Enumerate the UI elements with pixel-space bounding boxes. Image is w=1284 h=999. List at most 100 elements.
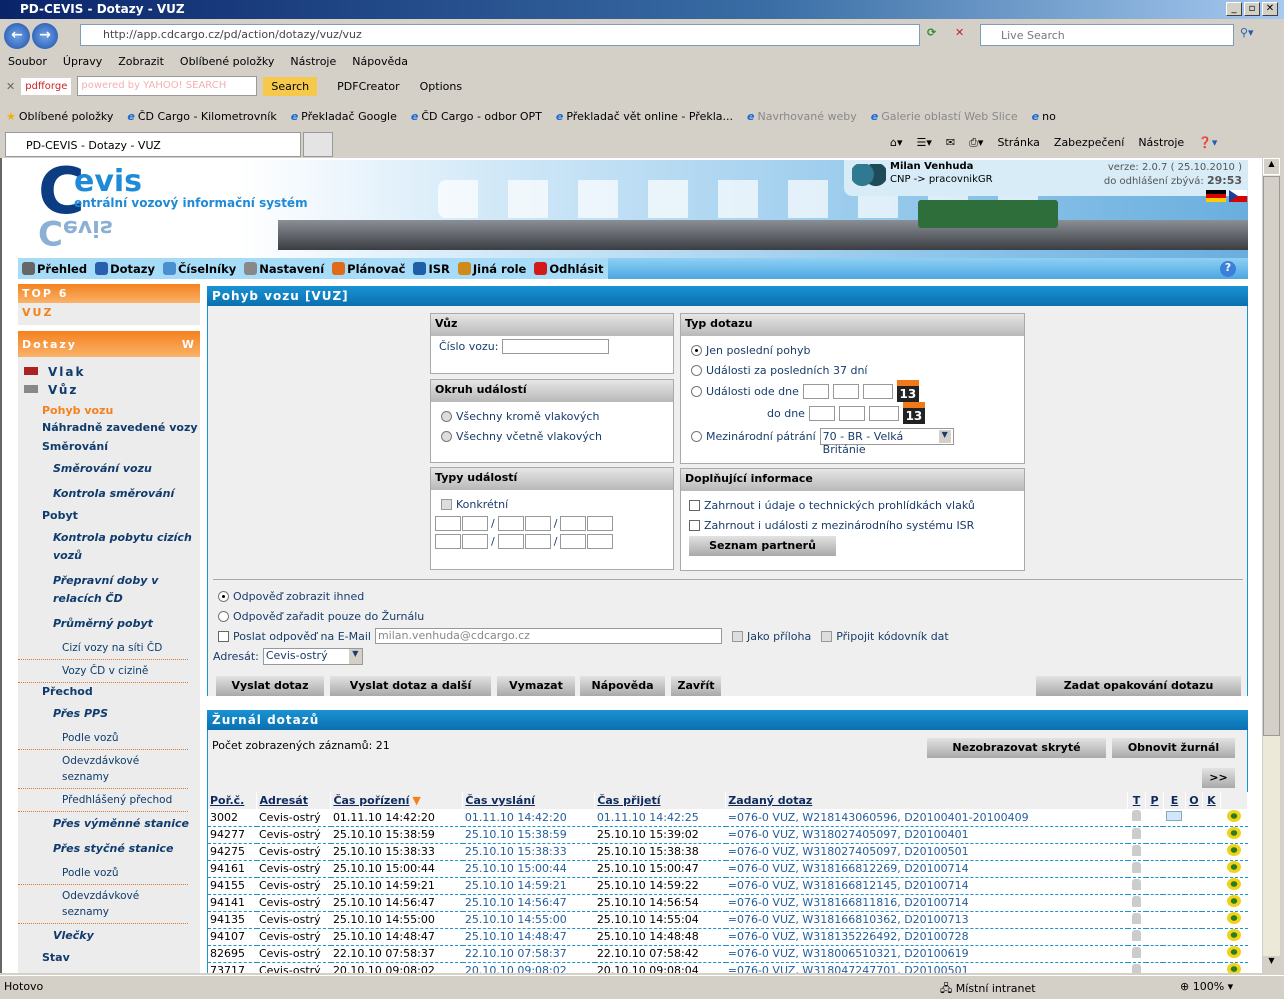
do-month-input[interactable] (838, 405, 865, 421)
menu-5[interactable]: Nápověda (352, 55, 408, 73)
od-month-input[interactable] (832, 383, 859, 399)
sidebar-item[interactable]: Přes PPS (18, 702, 200, 727)
lock-icon[interactable] (1132, 827, 1141, 839)
scroll-down-button[interactable]: ▼ (1263, 956, 1280, 973)
print-icon[interactable]: ⎙▾ (969, 136, 983, 150)
event-type-input[interactable] (435, 533, 461, 549)
column-header[interactable]: O (1185, 792, 1203, 809)
column-header[interactable]: T (1127, 792, 1146, 809)
isr-checkbox[interactable] (689, 519, 700, 531)
help-icon[interactable]: ? (1220, 260, 1236, 277)
column-header[interactable]: Zadaný dotaz (725, 792, 1129, 809)
column-header[interactable]: P (1145, 792, 1164, 809)
table-row[interactable]: 82695 Cevis-ostrý 22.10.10 07:58:37 22.10.1… (208, 945, 1248, 963)
nav-2[interactable]: Číselníky (159, 258, 240, 279)
typ-radio-od[interactable] (691, 385, 702, 397)
nav-6[interactable]: Jiná role (454, 258, 531, 279)
sidebar-item[interactable]: Vlak (18, 363, 200, 381)
sidebar-item[interactable]: Pohyb vozu (18, 399, 200, 419)
odpoved-zurnal-radio[interactable] (218, 610, 229, 622)
german-flag-icon[interactable] (1206, 190, 1226, 202)
nav-4[interactable]: Plánovač (328, 258, 409, 279)
sidebar-item[interactable]: Pobyt (18, 507, 200, 526)
opakovani-button[interactable]: Zadat opakování dotazu (1036, 676, 1241, 696)
new-tab-button[interactable] (303, 132, 333, 157)
view-icon[interactable] (1226, 912, 1241, 924)
view-icon[interactable] (1226, 844, 1241, 856)
favorites-button[interactable]: ★ Oblíbené položky (6, 110, 113, 123)
column-header[interactable]: E (1163, 792, 1186, 809)
calendar-icon[interactable]: 13 (896, 380, 919, 402)
view-icon[interactable] (1226, 963, 1241, 973)
country-select[interactable]: 70 - BR - Velká Británie ▼ (819, 427, 954, 456)
view-icon[interactable] (1226, 946, 1241, 958)
event-type-input[interactable] (560, 515, 587, 531)
nav-1[interactable]: Dotazy (91, 258, 159, 279)
lock-icon[interactable] (1132, 810, 1141, 822)
zavrit-button[interactable]: Zavřít (671, 676, 721, 696)
menu-2[interactable]: Zobrazit (118, 55, 164, 73)
feeds-icon[interactable]: ☰▾ (917, 136, 932, 150)
table-row[interactable]: 94155 Cevis-ostrý 25.10.10 14:59:21 25.10.1… (208, 877, 1248, 895)
options-button[interactable]: Options (406, 80, 462, 93)
event-type-input[interactable] (587, 515, 614, 531)
event-type-input[interactable] (524, 533, 551, 549)
od-day-input[interactable] (802, 383, 829, 399)
okruh-radio-2[interactable] (441, 430, 452, 442)
close-toolbar-icon[interactable]: ✕ (6, 80, 15, 93)
table-row[interactable]: 94277 Cevis-ostrý 25.10.10 15:38:59 25.10.1… (208, 826, 1248, 844)
table-row[interactable]: 94141 Cevis-ostrý 25.10.10 14:56:47 25.10.1… (208, 894, 1248, 912)
maximize-button[interactable]: ▫ (1244, 2, 1260, 16)
sidebar-item[interactable]: Odevzdávkové seznamy (18, 885, 188, 924)
refresh-icon[interactable]: ⟳ (927, 26, 936, 39)
email-checkbox[interactable] (218, 630, 229, 642)
lock-icon[interactable] (1132, 929, 1141, 941)
table-row[interactable]: 94275 Cevis-ostrý 25.10.10 15:38:33 25.10.1… (208, 843, 1248, 861)
do-year-input[interactable] (868, 405, 899, 421)
sidebar-item[interactable]: Kontrola směrování (18, 482, 200, 507)
favorite-link[interactable]: e Překladač vět online - Překla... (556, 110, 733, 123)
close-button[interactable]: ✕ (1262, 2, 1278, 16)
menu-0[interactable]: Soubor (8, 55, 47, 73)
refresh-journal-button[interactable]: Obnovit žurnál (1112, 738, 1235, 758)
dotazy-badge[interactable]: W (182, 338, 196, 351)
menu-1[interactable]: Úpravy (63, 55, 102, 73)
favorite-link[interactable]: e Překladač Google (291, 110, 397, 123)
sidebar-item[interactable]: Přes styčné stanice (18, 837, 200, 862)
view-icon[interactable] (1226, 929, 1241, 941)
sidebar-item[interactable]: Přepravní doby v relacích ČD (18, 569, 200, 612)
vyslat-dotaz-button[interactable]: Vyslat dotaz (216, 676, 324, 696)
do-day-input[interactable] (808, 405, 835, 421)
favorite-link[interactable]: e ČD Cargo - odbor OPT (411, 110, 542, 123)
lock-icon[interactable] (1132, 895, 1141, 907)
typ-radio-last[interactable] (691, 344, 702, 356)
pdfcreator-button[interactable]: PDFCreator (323, 80, 399, 93)
favorite-link[interactable]: e Navrhované weby (747, 110, 857, 123)
view-icon[interactable] (1226, 878, 1241, 890)
column-header[interactable]: K (1202, 792, 1221, 809)
napoveda-button[interactable]: Nápověda (580, 676, 665, 696)
scroll-up-button[interactable]: ▲ (1263, 158, 1280, 175)
live-search-input[interactable]: Live Search (980, 24, 1234, 46)
top6-item-vuz[interactable]: VUZ (18, 303, 200, 325)
address-bar[interactable]: http://app.cdcargo.cz/pd/action/dotazy/v… (80, 24, 920, 46)
nav-3[interactable]: Nastavení (240, 258, 328, 279)
sidebar-item[interactable]: Cizí vozy na síti ČD (18, 637, 188, 660)
email-icon[interactable] (1166, 810, 1183, 821)
search-icon[interactable]: ⚲▾ (1240, 26, 1254, 39)
scroll-thumb[interactable] (1263, 176, 1280, 736)
favorite-link[interactable]: e Galerie oblastí Web Slice (871, 110, 1018, 123)
sidebar-item[interactable]: Předhlášený přechod (18, 789, 188, 812)
column-header[interactable]: Čas pořízení ▼ (330, 792, 464, 809)
typ-radio-37[interactable] (691, 364, 702, 376)
tech-prohlidky-checkbox[interactable] (689, 499, 700, 511)
event-type-input[interactable] (462, 515, 488, 531)
lock-icon[interactable] (1132, 861, 1141, 873)
sidebar-item[interactable]: Stav (18, 949, 200, 968)
column-header[interactable]: Poř.č. (208, 792, 258, 809)
sidebar-item[interactable]: Vlečky (18, 924, 200, 949)
lock-icon[interactable] (1132, 878, 1141, 890)
konkretni-checkbox[interactable] (441, 498, 452, 510)
sidebar-item[interactable]: Odevzdávkové seznamy (18, 750, 188, 789)
sidebar-item[interactable]: Náhradně zavedené vozy (18, 419, 200, 438)
